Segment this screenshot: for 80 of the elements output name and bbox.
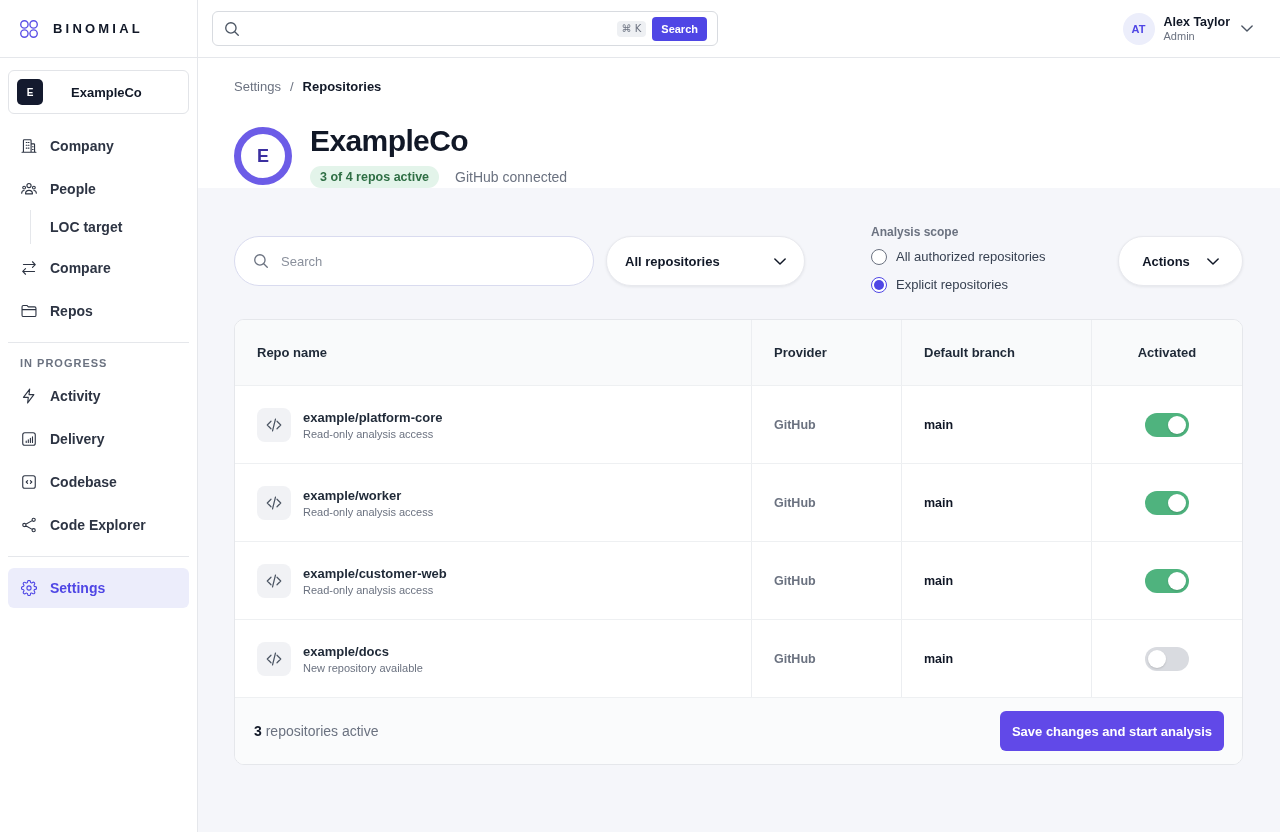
nav-subitem[interactable]: LOC target — [31, 210, 189, 244]
code-icon — [257, 485, 291, 520]
breadcrumb-link[interactable]: Settings — [234, 78, 281, 96]
repo-name: example/worker — [303, 487, 403, 503]
column-header: Provider — [774, 345, 827, 360]
search-icon — [225, 21, 239, 36]
column-header: Default branch — [924, 345, 1015, 360]
radio-button[interactable] — [871, 276, 887, 293]
connected-nodes-icon — [21, 517, 37, 533]
page-title: ExampleCo — [310, 124, 469, 158]
activation-toggle[interactable] — [1145, 412, 1189, 437]
repo-description: Read-only analysis access — [303, 505, 434, 518]
branch-name: main — [924, 495, 954, 510]
nav-item[interactable]: Delivery — [8, 419, 189, 459]
provider-name: GitHub — [774, 495, 816, 510]
code-icon — [257, 641, 291, 676]
breadcrumb-current: Repositories — [302, 78, 382, 96]
shortcut-hint: ⌘ K — [616, 20, 647, 37]
repo-description: New repository available — [303, 661, 423, 674]
scope-label: Analysis scope — [871, 223, 960, 240]
search-icon — [254, 254, 268, 268]
swap-arrows-icon — [21, 260, 37, 276]
code-icon — [257, 407, 291, 442]
activation-toggle[interactable] — [1145, 646, 1189, 671]
section-heading: IN PROGRESS — [19, 356, 109, 370]
branch-name: main — [924, 417, 954, 432]
activation-toggle[interactable] — [1145, 490, 1189, 515]
breadcrumb-separator: / — [290, 78, 294, 96]
column-header: Activated — [1137, 345, 1197, 360]
bar-chart-icon — [21, 431, 37, 447]
chevron-down-icon — [774, 257, 786, 265]
code-icon — [257, 563, 291, 598]
company-avatar: E — [17, 79, 43, 105]
repository-filter-dropdown[interactable]: All repositories — [606, 236, 805, 286]
radio-label: Explicit repositories — [896, 277, 1008, 292]
building-icon — [21, 138, 37, 154]
search-field[interactable]: ⌘ K Search — [212, 11, 718, 46]
nav-item[interactable]: Code Explorer — [8, 505, 189, 545]
nav-item[interactable]: People — [8, 169, 189, 209]
user-name: Alex Taylor — [1163, 14, 1230, 30]
repo-name: example/platform-core — [303, 409, 443, 425]
nav-item[interactable]: Activity — [8, 376, 189, 416]
user-menu[interactable]: AT Alex Taylor Admin — [1122, 12, 1253, 45]
radio-button[interactable] — [871, 248, 887, 265]
repo-name: example/docs — [303, 643, 390, 659]
people-icon — [21, 181, 37, 197]
folder-icon — [21, 303, 37, 319]
nav-item[interactable]: Repos — [8, 291, 189, 331]
nav-item[interactable]: Company — [8, 126, 189, 166]
provider-name: GitHub — [774, 651, 816, 666]
logo-icon — [20, 19, 38, 38]
repo-description: Read-only analysis access — [303, 427, 435, 440]
activation-toggle[interactable] — [1145, 568, 1189, 593]
radio-label: All authorized repositories — [896, 249, 1046, 264]
actions-dropdown[interactable]: Actions — [1118, 236, 1243, 286]
lightning-icon — [21, 388, 37, 404]
user-avatar: AT — [1122, 12, 1155, 45]
branch-name: main — [924, 651, 954, 666]
nav-item[interactable]: Codebase — [8, 462, 189, 502]
save-button[interactable]: Save changes and start analysis — [1000, 711, 1224, 751]
active-count-summary: 3 repositories active — [254, 723, 379, 739]
repo-name: example/customer-web — [303, 565, 447, 581]
nav-item[interactable]: Settings — [8, 568, 189, 608]
search-field[interactable]: Search — [234, 236, 594, 286]
brand-name: BINOMIAL — [53, 21, 143, 36]
user-role: Admin — [1163, 30, 1196, 43]
provider-name: GitHub — [774, 573, 816, 588]
settings-icon — [21, 580, 37, 596]
branch-name: main — [924, 573, 954, 588]
chevron-down-icon — [1206, 257, 1219, 265]
connection-status: GitHub connected — [455, 169, 568, 185]
column-header: Repo name — [257, 345, 328, 360]
repo-description: Read-only analysis access — [303, 583, 435, 596]
nav-item[interactable]: Compare — [8, 248, 189, 288]
company-selector[interactable]: E ExampleCo — [8, 70, 189, 114]
chevron-down-icon — [1241, 25, 1253, 32]
repos-active-badge: 3 of 4 repos active — [310, 166, 440, 188]
provider-name: GitHub — [774, 417, 816, 432]
code-window-icon — [21, 474, 37, 490]
search-button[interactable]: Search — [652, 16, 707, 41]
